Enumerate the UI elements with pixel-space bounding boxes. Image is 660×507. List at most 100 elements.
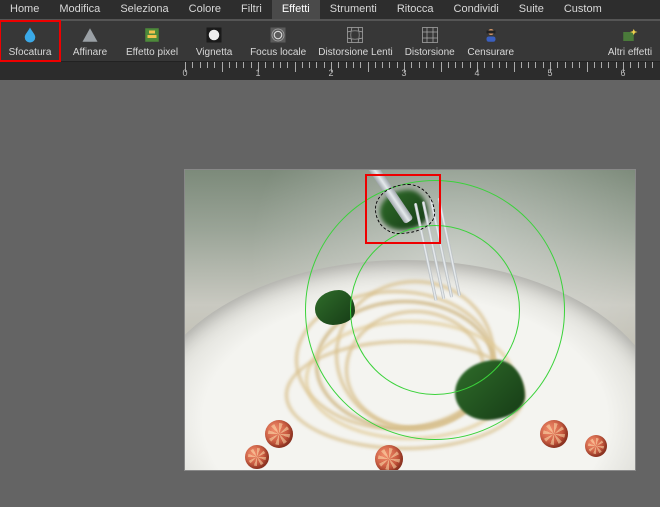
tool-vignetta[interactable]: Vignetta <box>184 21 244 61</box>
menu-effetti[interactable]: Effetti <box>272 0 320 19</box>
censor-icon <box>482 25 500 45</box>
ruler-tick <box>397 62 398 68</box>
menu-filtri[interactable]: Filtri <box>231 0 272 19</box>
menu-label: Modifica <box>59 3 100 15</box>
ruler-tick <box>557 62 558 68</box>
ruler-tick <box>236 62 237 68</box>
canvas-image[interactable] <box>185 170 635 470</box>
menu-label: Suite <box>519 3 544 15</box>
menu-colore[interactable]: Colore <box>179 0 231 19</box>
ruler-tick <box>280 62 281 68</box>
ruler-tick <box>338 62 339 68</box>
ruler-tick <box>302 62 303 68</box>
ruler-tick <box>616 62 617 68</box>
ruler-tick <box>426 62 427 68</box>
tool-label: Affinare <box>73 47 107 58</box>
ruler-tick <box>353 62 354 68</box>
ruler-tick <box>411 62 412 68</box>
tomato-shape <box>375 445 403 470</box>
menu-label: Ritocca <box>397 3 434 15</box>
tool-altri-effetti[interactable]: Altri effetti <box>600 21 660 61</box>
basil-shape <box>315 290 355 325</box>
menu-label: Condividi <box>454 3 499 15</box>
ruler-tick <box>229 62 230 68</box>
ruler-tick <box>375 62 376 68</box>
menu-strumenti[interactable]: Strumenti <box>320 0 387 19</box>
canvas-area[interactable] <box>0 80 660 507</box>
ruler-tick <box>514 62 515 72</box>
ruler-tick <box>630 62 631 68</box>
ruler-tick <box>324 62 325 68</box>
ruler-tick <box>265 62 266 68</box>
tool-label: Distorsione Lenti <box>318 47 392 58</box>
menu-modifica[interactable]: Modifica <box>49 0 110 19</box>
ruler-tick <box>200 62 201 68</box>
ruler-tick <box>506 62 507 68</box>
menu-home[interactable]: Home <box>0 0 49 19</box>
tool-censurare[interactable]: Censurare <box>461 21 521 61</box>
ruler-label: 1 <box>255 68 260 78</box>
menu-label: Seleziona <box>120 3 168 15</box>
ruler-tick <box>214 62 215 68</box>
tool-label: Focus locale <box>250 47 306 58</box>
menu-label: Home <box>10 3 39 15</box>
tool-label: Altri effetti <box>608 47 652 58</box>
ruler-tick <box>251 62 252 68</box>
tool-label: Distorsione <box>405 47 455 58</box>
ruler-tick <box>222 62 223 72</box>
focal-icon <box>269 25 287 45</box>
ruler-tick <box>572 62 573 68</box>
tool-sfocatura[interactable]: Sfocatura <box>0 21 60 61</box>
ruler-tick <box>579 62 580 68</box>
ruler-label: 5 <box>547 68 552 78</box>
tool-label: Censurare <box>467 47 514 58</box>
ruler-label: 3 <box>401 68 406 78</box>
ruler-tick <box>207 62 208 68</box>
ruler-tick <box>543 62 544 68</box>
ruler-tick <box>419 62 420 68</box>
tomato-shape <box>245 445 269 469</box>
ruler-label: 2 <box>328 68 333 78</box>
ruler-tick <box>368 62 369 72</box>
menu-label: Strumenti <box>330 3 377 15</box>
ruler-label: 0 <box>182 68 187 78</box>
ruler-tick <box>535 62 536 68</box>
ruler-label: 4 <box>474 68 479 78</box>
tool-distorsione-lenti[interactable]: Distorsione Lenti <box>312 21 398 61</box>
menu-custom[interactable]: Custom <box>554 0 612 19</box>
ruler-tick <box>499 62 500 68</box>
ruler-tick <box>192 62 193 68</box>
ruler-tick <box>433 62 434 68</box>
ruler-tick <box>295 62 296 72</box>
tool-focus-locale[interactable]: Focus locale <box>244 21 312 61</box>
menubar: Home Modifica Seleziona Colore Filtri Ef… <box>0 0 660 20</box>
menu-label: Filtri <box>241 3 262 15</box>
ruler-tick <box>565 62 566 68</box>
ruler-tick <box>608 62 609 68</box>
warpgrid-icon <box>421 25 439 45</box>
tool-affinare[interactable]: Affinare <box>60 21 120 61</box>
ruler-tick <box>645 62 646 68</box>
ruler-tick <box>243 62 244 68</box>
menu-condividi[interactable]: Condividi <box>444 0 509 19</box>
ruler-tick <box>360 62 361 68</box>
menu-ritocca[interactable]: Ritocca <box>387 0 444 19</box>
ruler-tick <box>287 62 288 68</box>
triangle-icon <box>81 25 99 45</box>
ruler-tick <box>389 62 390 68</box>
ruler-tick <box>455 62 456 68</box>
tomato-shape <box>540 420 568 448</box>
tool-label: Effetto pixel <box>126 47 178 58</box>
ruler-tick <box>309 62 310 68</box>
ruler-tick <box>601 62 602 68</box>
ruler-tick <box>441 62 442 72</box>
pixel-icon <box>143 25 161 45</box>
menu-suite[interactable]: Suite <box>509 0 554 19</box>
tool-distorsione[interactable]: Distorsione <box>399 21 461 61</box>
menu-seleziona[interactable]: Seleziona <box>110 0 178 19</box>
ruler-tick <box>638 62 639 68</box>
ruler-tick <box>346 62 347 68</box>
ruler-tick <box>448 62 449 68</box>
horizontal-ruler: 0123456 <box>0 62 660 80</box>
tool-effetto-pixel[interactable]: Effetto pixel <box>120 21 184 61</box>
